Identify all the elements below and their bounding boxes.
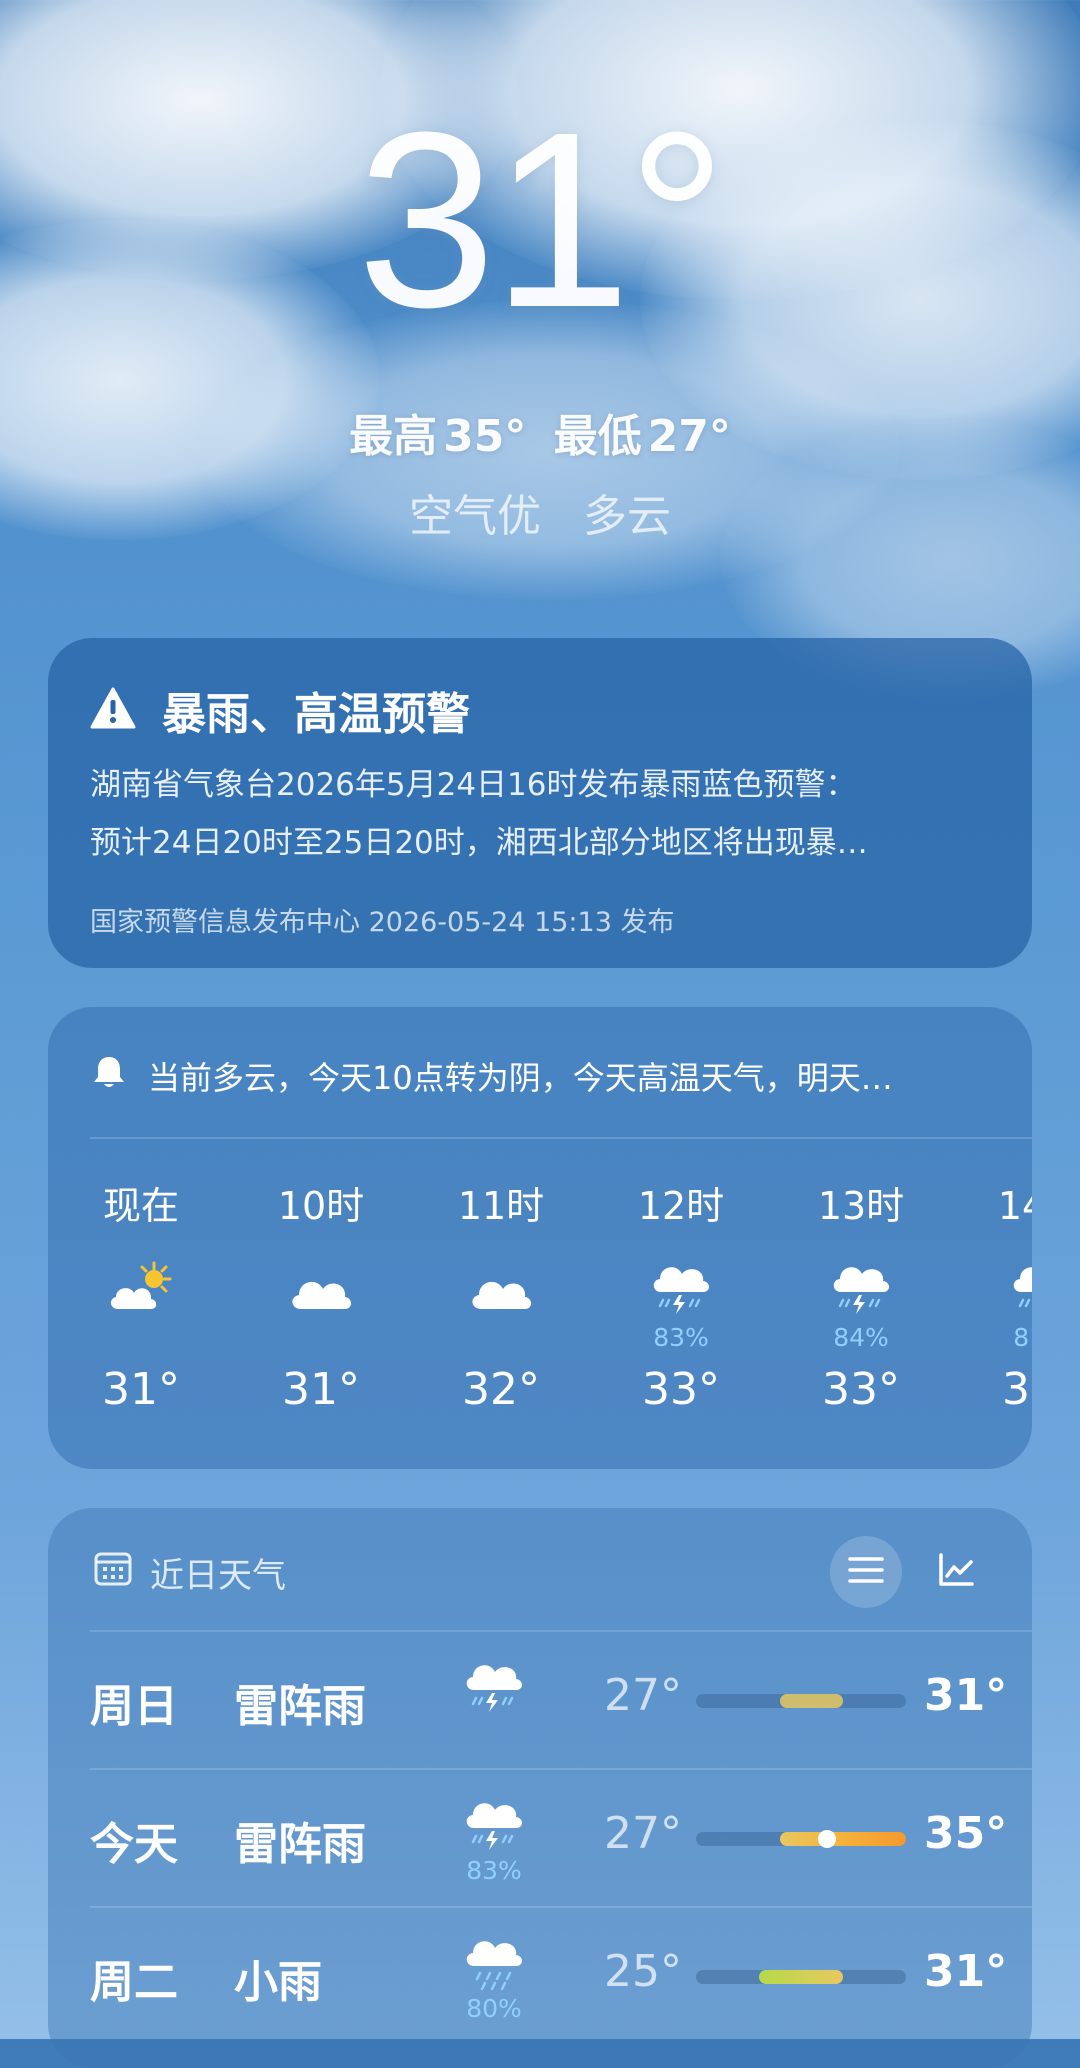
- daily-title: 近日天气: [150, 1556, 286, 1596]
- alert-source: 国家预警信息发布中心 2026-05-24 15:13 发布: [90, 907, 675, 938]
- alert-body: 湖南省气象台2026年5月24日16时发布暴雨蓝色预警： 预计24日20时至25…: [90, 756, 1010, 872]
- hour-temperature: 33°: [642, 1364, 720, 1415]
- alert-line-1: 湖南省气象台2026年5月24日16时发布暴雨蓝色预警：: [90, 767, 857, 803]
- alert-line-2: 预计24日20时至25日20时，湘西北部分地区将出现暴…: [90, 825, 868, 861]
- day-high-temp: 31°: [924, 1946, 1008, 1997]
- divider: [90, 1768, 1032, 1770]
- thunder-rain-icon: [452, 1656, 536, 1722]
- hour-label: 13时: [817, 1184, 905, 1228]
- day-condition: 雷阵雨: [234, 1681, 366, 1732]
- daily-row[interactable]: 周日 雷阵雨 27° 31°: [48, 1630, 1032, 1768]
- day-label: 周二: [90, 1957, 178, 2008]
- bell-icon: [92, 1054, 126, 1098]
- thunder-rain-icon: [786, 1254, 936, 1324]
- chart-icon: [938, 1553, 974, 1591]
- condition-text: 多云: [583, 491, 671, 542]
- thunder-rain-icon: [606, 1254, 756, 1324]
- day-label: 今天: [90, 1819, 178, 1870]
- hour-temperature: 33°: [822, 1364, 900, 1415]
- day-low-temp: 27°: [604, 1808, 682, 1859]
- day-high-temp: 35°: [924, 1808, 1008, 1859]
- list-icon: [848, 1555, 884, 1589]
- temperature-range-fill: [780, 1832, 906, 1846]
- alert-header: 暴雨、高温预警: [90, 678, 470, 742]
- hour-label: 11时: [457, 1184, 545, 1228]
- hour-temperature: 34°: [1002, 1364, 1032, 1415]
- current-temperature: 31°: [356, 80, 727, 359]
- day-icon-wrap: 80%: [452, 1932, 536, 2023]
- hour-label: 14时: [997, 1184, 1032, 1228]
- thunder-rain-icon: [966, 1254, 1032, 1324]
- divider: [90, 1630, 1032, 1632]
- day-condition: 小雨: [234, 1957, 322, 2008]
- daily-header: 近日天气: [94, 1548, 286, 1597]
- precipitation-probability: [66, 1324, 216, 1356]
- notice-text: 当前多云，今天10点转为阴，今天高温天气，明天…: [148, 1059, 893, 1097]
- rain-icon: [452, 1932, 536, 1998]
- precipitation-probability: [246, 1324, 396, 1356]
- air-quality[interactable]: 空气优: [409, 491, 541, 542]
- hour-item[interactable]: 现在 31°: [66, 1182, 216, 1418]
- day-low-temp: 25°: [604, 1946, 682, 1997]
- day-high-temp: 31°: [924, 1670, 1008, 1721]
- partly-sunny-icon: [66, 1254, 216, 1324]
- cloud-icon: [426, 1254, 576, 1324]
- list-view-button[interactable]: [830, 1536, 902, 1608]
- alert-title: 暴雨、高温预警: [162, 689, 470, 740]
- hour-temperature: 31°: [282, 1364, 360, 1415]
- low-label: 最低: [553, 411, 642, 462]
- day-label: 周日: [90, 1681, 178, 1732]
- temperature-range-bar: [696, 1694, 906, 1708]
- hour-temperature: 31°: [102, 1364, 180, 1415]
- high-low-temperature: 最高 35° 最低 27°: [0, 400, 1080, 464]
- day-low-temp: 27°: [604, 1670, 682, 1721]
- precipitation-probability: 80%: [466, 1994, 522, 2023]
- daily-row[interactable]: 周二 小雨 80% 25° 31°: [48, 1906, 1032, 2044]
- day-icon-wrap: 83%: [452, 1794, 536, 1885]
- high-label: 最高: [349, 411, 438, 462]
- hour-label: 现在: [102, 1184, 179, 1228]
- current-condition: 空气优 多云: [0, 480, 1080, 544]
- hour-item[interactable]: 11时 32°: [426, 1182, 576, 1418]
- daily-row[interactable]: 今天 雷阵雨 83% 27° 35°: [48, 1768, 1032, 1906]
- hour-item[interactable]: 13时 84% 33°: [786, 1182, 936, 1418]
- precipitation-probability: 84%: [833, 1323, 889, 1352]
- day-condition: 雷阵雨: [234, 1819, 366, 1870]
- thunder-rain-icon: [452, 1794, 536, 1860]
- precipitation-probability: 83%: [466, 1856, 522, 1885]
- temperature-range-fill: [780, 1694, 843, 1708]
- precipitation-probability: 81%: [1013, 1323, 1032, 1352]
- hourly-forecast-card[interactable]: 当前多云，今天10点转为阴，今天高温天气，明天… 现在 31° 10时 31° 11时 3…: [48, 1007, 1032, 1469]
- calendar-icon: [94, 1550, 132, 1595]
- forecast-notice[interactable]: 当前多云，今天10点转为阴，今天高温天气，明天…: [92, 1053, 893, 1099]
- low-value: 27°: [647, 411, 731, 462]
- temperature-range-fill: [759, 1970, 843, 1984]
- precipitation-probability: [426, 1324, 576, 1356]
- hour-label: 10时: [277, 1184, 365, 1228]
- divider: [90, 1906, 1032, 1908]
- hour-item[interactable]: 10时 31°: [246, 1182, 396, 1418]
- temperature-range-bar: [696, 1830, 906, 1848]
- temperature-range-bar: [696, 1970, 906, 1984]
- day-icon-wrap: [452, 1656, 536, 1718]
- warning-triangle-icon: [90, 687, 136, 733]
- hour-label: 12时: [637, 1184, 725, 1228]
- divider: [90, 1137, 1032, 1139]
- chart-view-button[interactable]: [920, 1536, 992, 1608]
- weather-alert-card[interactable]: 暴雨、高温预警 湖南省气象台2026年5月24日16时发布暴雨蓝色预警： 预计2…: [48, 638, 1032, 968]
- daily-forecast-card[interactable]: 近日天气 周日 雷阵雨 27° 31° 今天 雷阵雨 83% 27° 35° 周二 小雨 80% 25°…: [48, 1508, 1032, 2068]
- hour-item[interactable]: 12时 83% 33°: [606, 1182, 756, 1418]
- cloud-icon: [246, 1254, 396, 1324]
- current-temp-marker: [818, 1830, 836, 1848]
- hour-item[interactable]: 14时 81% 34°: [966, 1182, 1032, 1418]
- high-value: 35°: [443, 411, 527, 462]
- precipitation-probability: 83%: [653, 1323, 709, 1352]
- hour-temperature: 32°: [462, 1364, 540, 1415]
